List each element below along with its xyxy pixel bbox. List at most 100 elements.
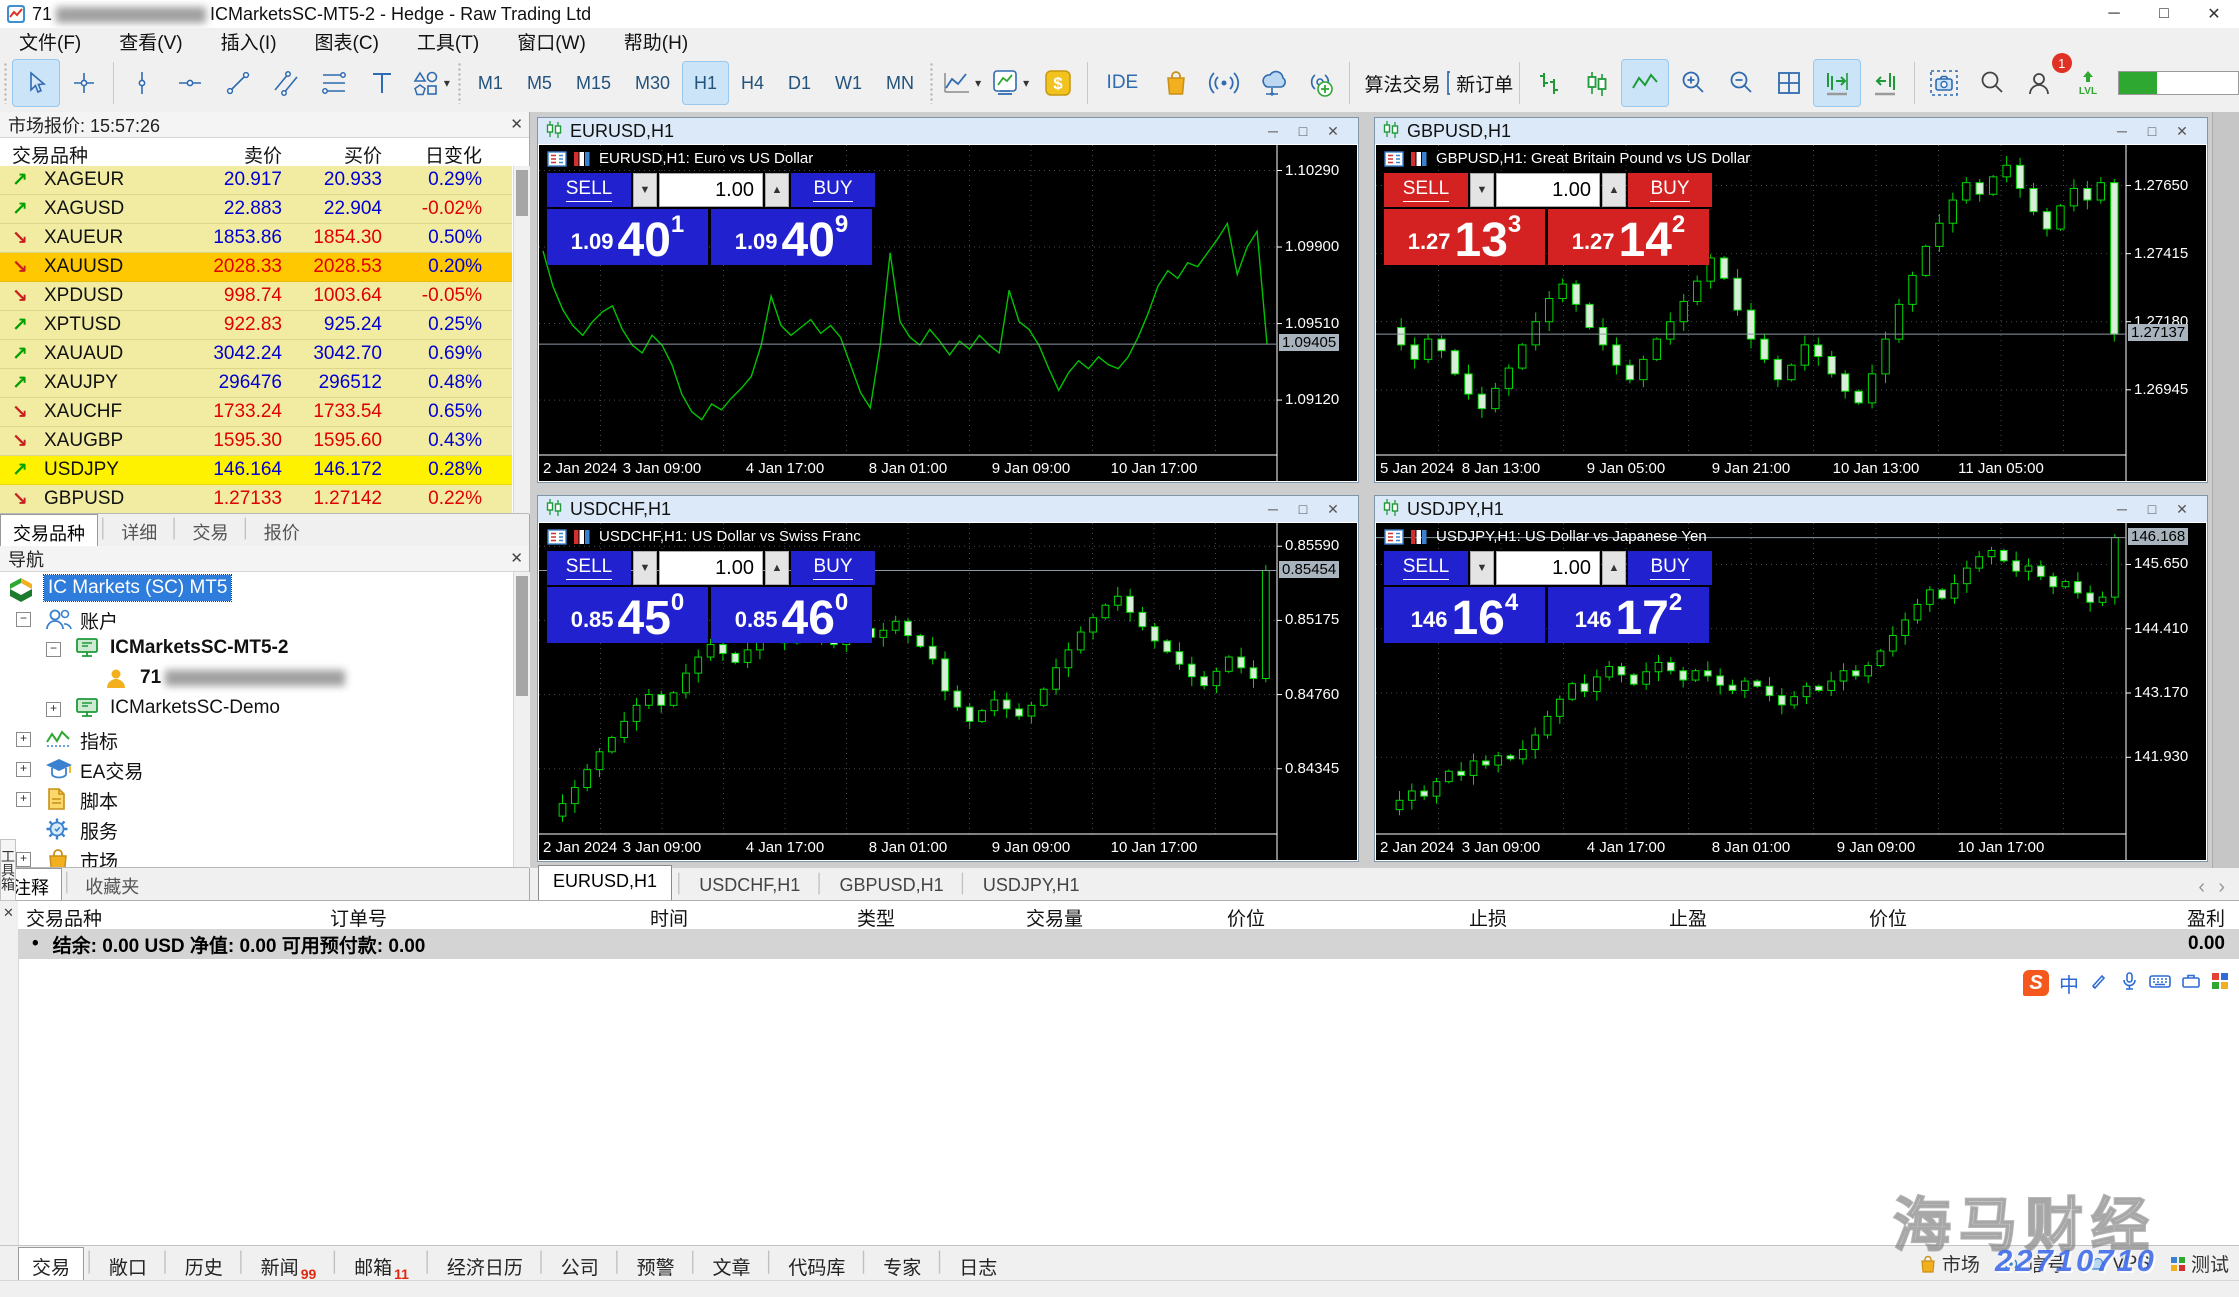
market-watch-column-0[interactable]: 交易品种 xyxy=(12,141,88,168)
table-row-XAUEUR[interactable]: ↘XAUEUR1853.861854.300.50% xyxy=(0,224,512,253)
table-row-XPTUSD[interactable]: ↗XPTUSD922.83925.240.25% xyxy=(0,311,512,340)
volume-decrease-button[interactable]: ▼ xyxy=(633,551,657,585)
one-click-trading-icon[interactable] xyxy=(1410,151,1428,167)
sidebar-item-2[interactable]: −ICMarketsSC-MT5-2 xyxy=(0,634,510,664)
chart-window-titlebar[interactable]: USDCHF,H1─□✕ xyxy=(538,496,1358,523)
expand-icon[interactable]: + xyxy=(16,732,31,747)
zoom-out-button[interactable] xyxy=(1717,59,1765,107)
status-item-1[interactable]: 信号 xyxy=(2000,1250,2065,1277)
horizontal-line-tool-button[interactable] xyxy=(166,59,214,107)
timeframe-button-w1[interactable]: W1 xyxy=(823,61,874,105)
one-click-trading-icon[interactable] xyxy=(573,529,591,545)
one-click-trading-icon[interactable] xyxy=(573,151,591,167)
chart-window-gbpusdh1[interactable]: GBPUSD,H1─□✕1.276501.274151.271801.26945… xyxy=(1374,117,2208,483)
sell-button[interactable]: SELL xyxy=(1384,551,1468,585)
close-button[interactable]: ✕ xyxy=(2189,0,2239,28)
sell-button[interactable]: SELL xyxy=(547,173,631,207)
notifications-button[interactable]: 1 xyxy=(2016,59,2064,107)
ime-grid-icon[interactable] xyxy=(2211,972,2229,995)
volume-increase-button[interactable]: ▲ xyxy=(765,173,789,207)
workspace-scroll-strip[interactable] xyxy=(2212,112,2239,868)
menu-item-3[interactable]: 图表(C) xyxy=(296,28,398,55)
chart-tab-1[interactable]: USDCHF,H1 xyxy=(687,871,812,900)
sell-button[interactable]: SELL xyxy=(547,551,631,585)
volume-decrease-button[interactable]: ▼ xyxy=(1470,173,1494,207)
volume-input[interactable]: 1.00 xyxy=(1496,173,1600,207)
chart-close-button[interactable]: ✕ xyxy=(1318,118,1348,144)
market-watch-tab-3[interactable]: 报价 xyxy=(252,515,312,549)
chart-window-titlebar[interactable]: GBPUSD,H1─□✕ xyxy=(1375,118,2207,145)
table-row-XAUCHF[interactable]: ↘XAUCHF1733.241733.540.65% xyxy=(0,398,512,427)
status-item-0[interactable]: 市场 xyxy=(1919,1250,1980,1277)
buy-button[interactable]: BUY xyxy=(791,551,875,585)
metaeditor-ide-button[interactable]: IDE xyxy=(1092,59,1152,107)
bar-chart-mode-button[interactable] xyxy=(1525,59,1573,107)
expand-icon[interactable]: + xyxy=(16,792,31,807)
chart-close-button[interactable]: ✕ xyxy=(1318,496,1348,522)
navigator-scrollbar[interactable] xyxy=(513,572,530,868)
table-row-XAUUSD[interactable]: ↘XAUUSD2028.332028.530.20% xyxy=(0,253,512,282)
line-chart-mode-button[interactable] xyxy=(1621,59,1669,107)
market-watch-column-1[interactable]: 卖价 xyxy=(244,141,282,168)
chart-minimize-button[interactable]: ─ xyxy=(1258,496,1288,522)
tile-windows-button[interactable] xyxy=(1765,59,1813,107)
chart-tab-0[interactable]: EURUSD,H1 xyxy=(538,865,672,900)
toolbox-column-1[interactable]: 订单号 xyxy=(330,904,387,931)
chart-maximize-button[interactable]: □ xyxy=(1288,496,1318,522)
toolbar-grip[interactable] xyxy=(929,62,935,104)
chart-tab-2[interactable]: GBPUSD,H1 xyxy=(828,871,956,900)
new-order-button[interactable]: 新订单 xyxy=(1441,59,1514,107)
menu-item-1[interactable]: 查看(V) xyxy=(100,28,201,55)
search-button[interactable] xyxy=(1968,59,2016,107)
toolbox-column-2[interactable]: 时间 xyxy=(650,904,688,931)
market-watch-tab-2[interactable]: 交易 xyxy=(181,515,241,549)
vps-hosting-button[interactable] xyxy=(1248,59,1296,107)
sidebar-item-3[interactable]: 71 xyxy=(0,664,510,694)
sidebar-item-4[interactable]: +ICMarketsSC-Demo xyxy=(0,694,510,724)
chart-tab-3[interactable]: USDJPY,H1 xyxy=(971,871,1092,900)
market-depth-button[interactable]: ▾ xyxy=(986,59,1034,107)
ime-language-toggle[interactable]: 中 xyxy=(2059,969,2079,998)
table-row-XAGEUR[interactable]: ↗XAGEUR20.91720.9330.29% xyxy=(0,166,512,195)
volume-increase-button[interactable]: ▲ xyxy=(765,551,789,585)
depth-of-market-icon[interactable] xyxy=(547,151,567,167)
volume-input[interactable]: 1.00 xyxy=(659,173,763,207)
sell-price-box[interactable]: 1.27133 xyxy=(1384,209,1545,265)
one-click-trading-icon[interactable] xyxy=(1410,529,1428,545)
timeframe-button-d1[interactable]: D1 xyxy=(776,61,823,105)
chart-maximize-button[interactable]: □ xyxy=(2137,118,2167,144)
ime-keyboard-icon[interactable] xyxy=(2149,971,2171,996)
algo-trading-toggle[interactable]: 算法交易 xyxy=(1355,59,1441,107)
screenshot-button[interactable] xyxy=(1920,59,1968,107)
menu-item-0[interactable]: 文件(F) xyxy=(0,28,100,55)
menu-item-6[interactable]: 帮助(H) xyxy=(605,28,707,55)
volume-input[interactable]: 1.00 xyxy=(659,551,763,585)
chart-window-titlebar[interactable]: USDJPY,H1─□✕ xyxy=(1375,496,2207,523)
expand-icon[interactable]: + xyxy=(46,702,61,717)
channel-tool-button[interactable] xyxy=(262,59,310,107)
toolbar-grip[interactable] xyxy=(3,62,9,104)
toolbox-column-9[interactable]: 盈利 xyxy=(2187,904,2225,931)
volume-decrease-button[interactable]: ▼ xyxy=(633,173,657,207)
toolbox-column-8[interactable]: 价位 xyxy=(1869,904,1907,931)
buy-button[interactable]: BUY xyxy=(1628,551,1712,585)
chart-minimize-button[interactable]: ─ xyxy=(2107,496,2137,522)
buy-price-box[interactable]: 0.85460 xyxy=(711,587,872,643)
market-store-button[interactable] xyxy=(1152,59,1200,107)
timeframe-button-m15[interactable]: M15 xyxy=(564,61,623,105)
ime-toolbox-icon[interactable] xyxy=(2181,971,2201,996)
table-row-XAUAUD[interactable]: ↗XAUAUD3042.243042.700.69% xyxy=(0,340,512,369)
expand-icon[interactable]: + xyxy=(16,852,31,867)
status-item-3[interactable]: 测试 xyxy=(2170,1250,2229,1277)
toolbox-column-6[interactable]: 止损 xyxy=(1469,904,1507,931)
buy-button[interactable]: BUY xyxy=(1628,173,1712,207)
candlestick-mode-button[interactable] xyxy=(1573,59,1621,107)
community-button[interactable] xyxy=(1296,59,1344,107)
shapes-tool-button[interactable]: ▾ xyxy=(406,59,454,107)
volume-decrease-button[interactable]: ▼ xyxy=(1470,551,1494,585)
tab-scroll-right-icon[interactable]: › xyxy=(2218,876,2225,899)
table-row-XAGUSD[interactable]: ↗XAGUSD22.88322.904-0.02% xyxy=(0,195,512,224)
market-watch-column-2[interactable]: 买价 xyxy=(344,141,382,168)
text-tool-button[interactable] xyxy=(358,59,406,107)
collapse-icon[interactable]: − xyxy=(46,642,61,657)
